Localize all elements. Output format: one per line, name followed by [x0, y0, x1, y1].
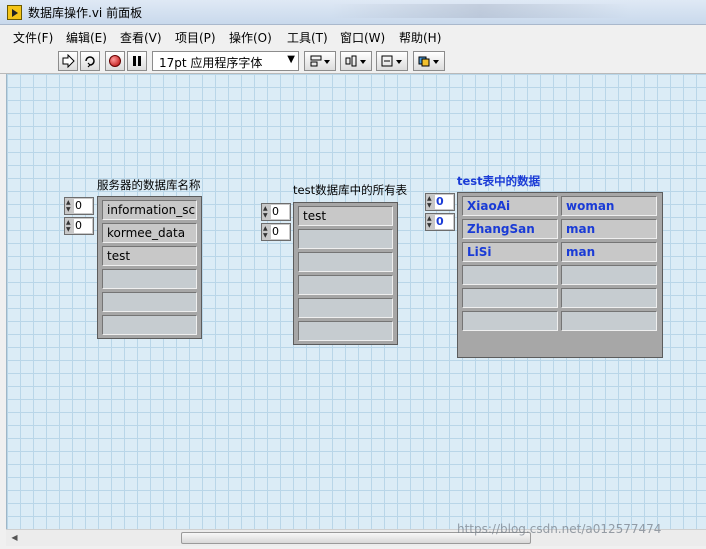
menu-help[interactable]: 帮助(H)	[399, 29, 441, 46]
array-cell-empty[interactable]	[561, 288, 657, 308]
window-title: 数据库操作.vi 前面板	[28, 6, 143, 20]
array-cell-empty[interactable]	[102, 292, 197, 312]
array-cell[interactable]: man	[561, 242, 657, 262]
table-data-array: XiaoAi woman ZhangSan man LiSi man	[457, 192, 663, 358]
scroll-left-icon[interactable]: ◀	[6, 530, 23, 546]
array-cell-empty[interactable]	[298, 275, 393, 295]
table-names-array: test	[293, 202, 398, 345]
array-cell[interactable]: test	[102, 246, 197, 266]
index-value[interactable]: 0	[74, 199, 92, 213]
chevron-down-icon: ▼	[287, 54, 295, 65]
array-cell-empty[interactable]	[462, 265, 558, 285]
array-cell[interactable]: information_sc	[102, 200, 197, 220]
array-cell-empty[interactable]	[298, 321, 393, 341]
table-names-label: test数据库中的所有表	[293, 183, 408, 197]
spin-arrows-icon[interactable]: ▲ ▼	[66, 219, 73, 233]
index-value[interactable]: 0	[271, 205, 289, 219]
font-selector-label: 17pt 应用程序字体	[159, 56, 263, 70]
array-cell[interactable]: test	[298, 206, 393, 226]
index-value[interactable]: 0	[435, 215, 453, 229]
pause-icon[interactable]	[127, 51, 147, 71]
run-arrow-icon[interactable]	[58, 51, 78, 71]
blurred-title-area	[330, 4, 630, 18]
array-cell[interactable]: man	[561, 219, 657, 239]
array-cell-empty[interactable]	[102, 315, 197, 335]
spin-arrows-icon[interactable]: ▲ ▼	[427, 215, 434, 229]
index-value[interactable]: 0	[271, 225, 289, 239]
font-selector[interactable]: 17pt 应用程序字体 ▼	[152, 51, 299, 71]
distribute-objects-icon[interactable]	[340, 51, 372, 71]
menu-tools[interactable]: 工具(T)	[287, 29, 328, 46]
array-cell-empty[interactable]	[462, 288, 558, 308]
menu-project[interactable]: 项目(P)	[175, 29, 216, 46]
reorder-icon[interactable]	[413, 51, 445, 71]
array-cell-empty[interactable]	[298, 229, 393, 249]
spin-arrows-icon[interactable]: ▲ ▼	[427, 195, 434, 209]
array-cell[interactable]: LiSi	[462, 242, 558, 262]
menu-view[interactable]: 查看(V)	[120, 29, 162, 46]
spin-arrows-icon[interactable]: ▲ ▼	[66, 199, 73, 213]
toolbar: 17pt 应用程序字体 ▼	[0, 48, 706, 74]
menu-window[interactable]: 窗口(W)	[340, 29, 385, 46]
array-cell[interactable]: XiaoAi	[462, 196, 558, 216]
array-cell-empty[interactable]	[298, 252, 393, 272]
db-names-array: information_sc kormee_data test	[97, 196, 202, 339]
array-cell-empty[interactable]	[561, 311, 657, 331]
labview-vi-icon	[7, 5, 22, 20]
db-names-label: 服务器的数据库名称	[97, 178, 201, 192]
menu-file[interactable]: 文件(F)	[13, 29, 53, 46]
table-names-col-index[interactable]: ▲ ▼ 0	[261, 223, 291, 241]
array-cell[interactable]: woman	[561, 196, 657, 216]
index-value[interactable]: 0	[435, 195, 453, 209]
spin-arrows-icon[interactable]: ▲ ▼	[263, 205, 270, 219]
array-cell[interactable]: kormee_data	[102, 223, 197, 243]
front-panel[interactable]: 服务器的数据库名称 ▲ ▼ 0 ▲ ▼ 0 information_sc korme…	[6, 74, 706, 529]
table-data-row-index[interactable]: ▲ ▼ 0	[425, 193, 455, 211]
db-names-row-index[interactable]: ▲ ▼ 0	[64, 197, 94, 215]
resize-objects-icon[interactable]	[376, 51, 408, 71]
array-cell-empty[interactable]	[561, 265, 657, 285]
menu-edit[interactable]: 编辑(E)	[66, 29, 107, 46]
table-data-label: test表中的数据	[457, 174, 541, 188]
table-data-col-index[interactable]: ▲ ▼ 0	[425, 213, 455, 231]
menu-operate[interactable]: 操作(O)	[229, 29, 272, 46]
array-cell[interactable]: ZhangSan	[462, 219, 558, 239]
array-cell-empty[interactable]	[298, 298, 393, 318]
watermark: https://blog.csdn.net/a012577474	[457, 522, 662, 536]
align-objects-icon[interactable]	[304, 51, 336, 71]
table-names-row-index[interactable]: ▲ ▼ 0	[261, 203, 291, 221]
title-bar: 数据库操作.vi 前面板	[0, 0, 706, 25]
spin-arrows-icon[interactable]: ▲ ▼	[263, 225, 270, 239]
index-value[interactable]: 0	[74, 219, 92, 233]
array-cell-empty[interactable]	[102, 269, 197, 289]
menu-bar: 文件(F) 编辑(E) 查看(V) 项目(P) 操作(O) 工具(T) 窗口(W…	[0, 26, 706, 48]
abort-stop-icon[interactable]	[105, 51, 125, 71]
run-continuously-icon[interactable]	[80, 51, 100, 71]
db-names-col-index[interactable]: ▲ ▼ 0	[64, 217, 94, 235]
array-cell-empty[interactable]	[462, 311, 558, 331]
